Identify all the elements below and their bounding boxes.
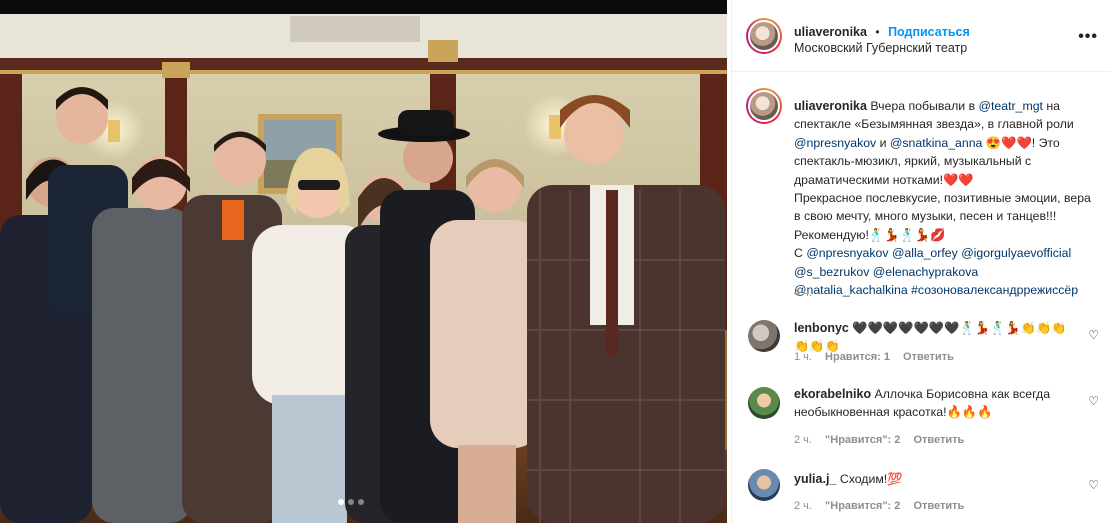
comment-time[interactable]: 2 ч. bbox=[794, 434, 812, 446]
commenter-avatar[interactable] bbox=[748, 387, 780, 419]
comment: yulia.j_ Сходим!💯 bbox=[794, 470, 1074, 488]
more-options-icon[interactable]: ••• bbox=[1078, 28, 1098, 46]
caption-mention[interactable]: @s_bezrukov bbox=[794, 265, 869, 279]
reply-button[interactable]: Ответить bbox=[913, 500, 964, 512]
caption-text-part: С bbox=[794, 246, 807, 261]
subscribe-button[interactable]: Подписаться bbox=[888, 25, 970, 39]
comment-meta: 1 ч. Нравится: 1 Ответить bbox=[794, 351, 954, 363]
caption-mention[interactable]: @alla_orfey bbox=[892, 246, 958, 260]
reply-button[interactable]: Ответить bbox=[903, 351, 954, 363]
commenter-avatar[interactable] bbox=[748, 320, 780, 352]
carousel-indicator bbox=[338, 499, 364, 505]
caption-mention[interactable]: @igorgulyaevofficial bbox=[961, 246, 1071, 260]
post-side-panel: uliaveronika • Подписаться Московский Гу… bbox=[731, 0, 1111, 523]
post-header: uliaveronika • Подписаться Московский Гу… bbox=[732, 0, 1111, 72]
caption-mention[interactable]: @snatkina_anna bbox=[890, 136, 982, 150]
author-avatar[interactable] bbox=[746, 18, 782, 54]
like-heart-icon[interactable]: ♡ bbox=[1088, 394, 1099, 408]
comment-text: Сходим!💯 bbox=[839, 472, 903, 486]
author-username[interactable]: uliaveronika bbox=[794, 25, 867, 39]
caption-mention[interactable]: @npresnyakov bbox=[794, 136, 876, 150]
caption-hashtag[interactable]: #созоновалександррежиссёр bbox=[911, 283, 1078, 297]
comment-likes[interactable]: "Нравится": 2 bbox=[825, 434, 900, 446]
caption-username[interactable]: uliaveronika bbox=[794, 99, 867, 113]
comment: ekorabelniko Аллочка Борисовна как всегд… bbox=[794, 385, 1074, 422]
comment-time[interactable]: 2 ч. bbox=[794, 500, 812, 512]
caption-avatar[interactable] bbox=[746, 88, 782, 124]
comment-likes[interactable]: "Нравится": 2 bbox=[825, 500, 900, 512]
like-heart-icon[interactable]: ♡ bbox=[1088, 328, 1099, 342]
carousel-dot[interactable] bbox=[348, 499, 354, 505]
carousel-dot[interactable] bbox=[338, 499, 344, 505]
caption-mention[interactable]: @elenachyprakova bbox=[873, 265, 978, 279]
header-separator: • bbox=[875, 25, 880, 39]
post-location[interactable]: Московский Губернский театр bbox=[794, 41, 967, 55]
post-photo[interactable] bbox=[0, 0, 727, 523]
comment-username[interactable]: yulia.j_ bbox=[794, 472, 836, 486]
group-photo-image bbox=[0, 0, 727, 523]
comment-username[interactable]: ekorabelniko bbox=[794, 387, 871, 401]
caption-mention[interactable]: @teatr_mgt bbox=[979, 99, 1043, 113]
post-caption: uliaveronika Вчера побывали в @teatr_mgt… bbox=[794, 97, 1094, 299]
comment-likes[interactable]: Нравится: 1 bbox=[825, 351, 890, 363]
caption-text-part: и bbox=[876, 135, 890, 150]
caption-timestamp[interactable]: 4 ч. bbox=[794, 287, 812, 299]
carousel-dot[interactable] bbox=[358, 499, 364, 505]
commenter-avatar[interactable] bbox=[748, 469, 780, 501]
like-heart-icon[interactable]: ♡ bbox=[1088, 478, 1099, 492]
comment-username[interactable]: lenbonyc bbox=[794, 321, 849, 335]
comment-meta: 2 ч. "Нравится": 2 Ответить bbox=[794, 500, 964, 512]
reply-button[interactable]: Ответить bbox=[913, 434, 964, 446]
caption-mention[interactable]: @npresnyakov bbox=[806, 246, 888, 260]
comment-time[interactable]: 1 ч. bbox=[794, 351, 812, 363]
comment-meta: 2 ч. "Нравится": 2 Ответить bbox=[794, 434, 964, 446]
caption-text-part: Прекрасное послевкусие, позитивные эмоци… bbox=[794, 191, 1091, 242]
caption-text-part: Вчера побывали в bbox=[870, 99, 979, 113]
